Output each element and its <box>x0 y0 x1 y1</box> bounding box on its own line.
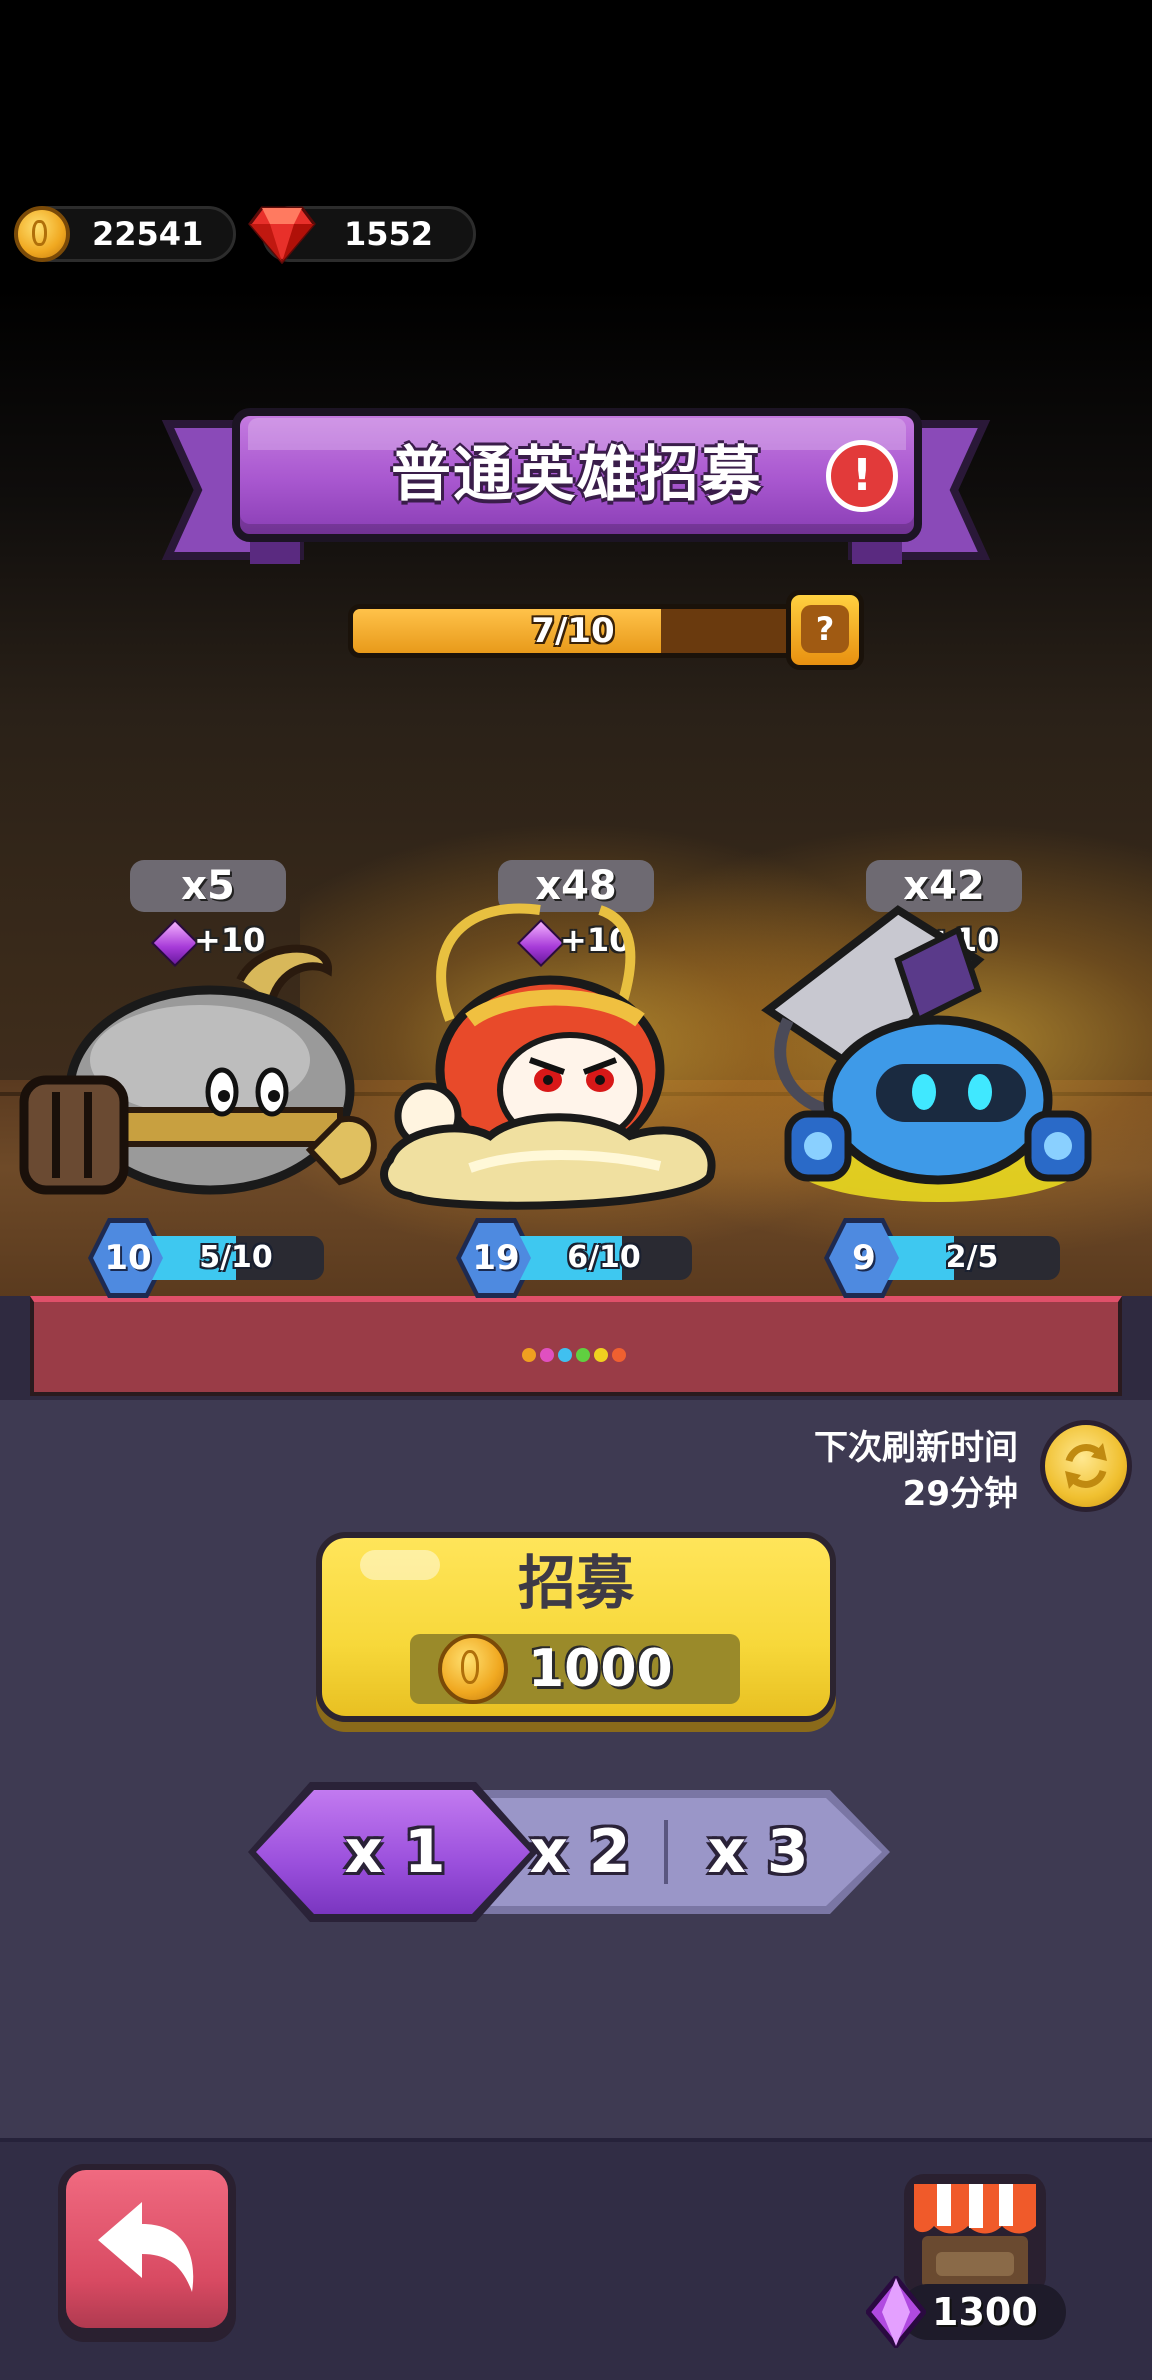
page-dot <box>612 1348 626 1362</box>
page-dot <box>576 1348 590 1362</box>
page-dot <box>594 1348 608 1362</box>
hero-xp-bar: 6/10 <box>516 1236 692 1280</box>
page-indicator <box>522 1348 632 1362</box>
hero-grey-blob[interactable] <box>10 920 390 1220</box>
purple-gem-icon <box>866 2276 926 2348</box>
hero-xp-text: 5/10 <box>199 1240 273 1275</box>
hero-xp-bar: 5/10 <box>148 1236 324 1280</box>
gem-amount: 1552 <box>344 215 434 253</box>
hero-blue-cannon-bot[interactable] <box>748 900 1118 1230</box>
refresh-label: 下次刷新时间 <box>814 1428 1018 1468</box>
gold-coin-icon <box>438 1634 508 1704</box>
progress-help-button[interactable]: ? <box>786 590 864 670</box>
hero-count: x5 <box>130 860 286 912</box>
refresh-time: 29分钟 <box>902 1474 1018 1514</box>
red-gem-icon <box>248 206 316 264</box>
banner-title: 普通英雄招募 <box>391 440 763 510</box>
hero-xp-text: 6/10 <box>567 1240 641 1275</box>
question-icon: ? <box>801 605 849 653</box>
multiplier-x3-option[interactable]: x 3 <box>676 1790 840 1914</box>
recruit-cost: 1000 <box>528 1639 673 1699</box>
hero-xp-text: 2/5 <box>945 1240 999 1275</box>
info-alert-button[interactable]: ! <box>826 440 898 512</box>
refresh-button[interactable] <box>1040 1420 1132 1512</box>
gold-coin-icon <box>14 206 70 262</box>
recruit-progress-text: 7/10 <box>531 611 615 651</box>
stage-front-panel <box>30 1296 1122 1396</box>
gold-amount: 22541 <box>92 215 204 253</box>
multiplier-divider <box>664 1820 668 1884</box>
shop-gem-price: 1300 <box>932 2290 1038 2334</box>
back-arrow-icon <box>98 2202 194 2292</box>
hero-monkey-king[interactable] <box>380 900 750 1240</box>
hero-xp-bar: 2/5 <box>884 1236 1060 1280</box>
back-button-face <box>66 2170 228 2328</box>
page-dot <box>558 1348 572 1362</box>
multiplier-x1-label: x 1 <box>344 1817 446 1887</box>
refresh-icon <box>1065 1443 1107 1489</box>
page-dot <box>540 1348 554 1362</box>
recruit-label: 招募 <box>517 1549 634 1617</box>
page-dot <box>522 1348 536 1362</box>
